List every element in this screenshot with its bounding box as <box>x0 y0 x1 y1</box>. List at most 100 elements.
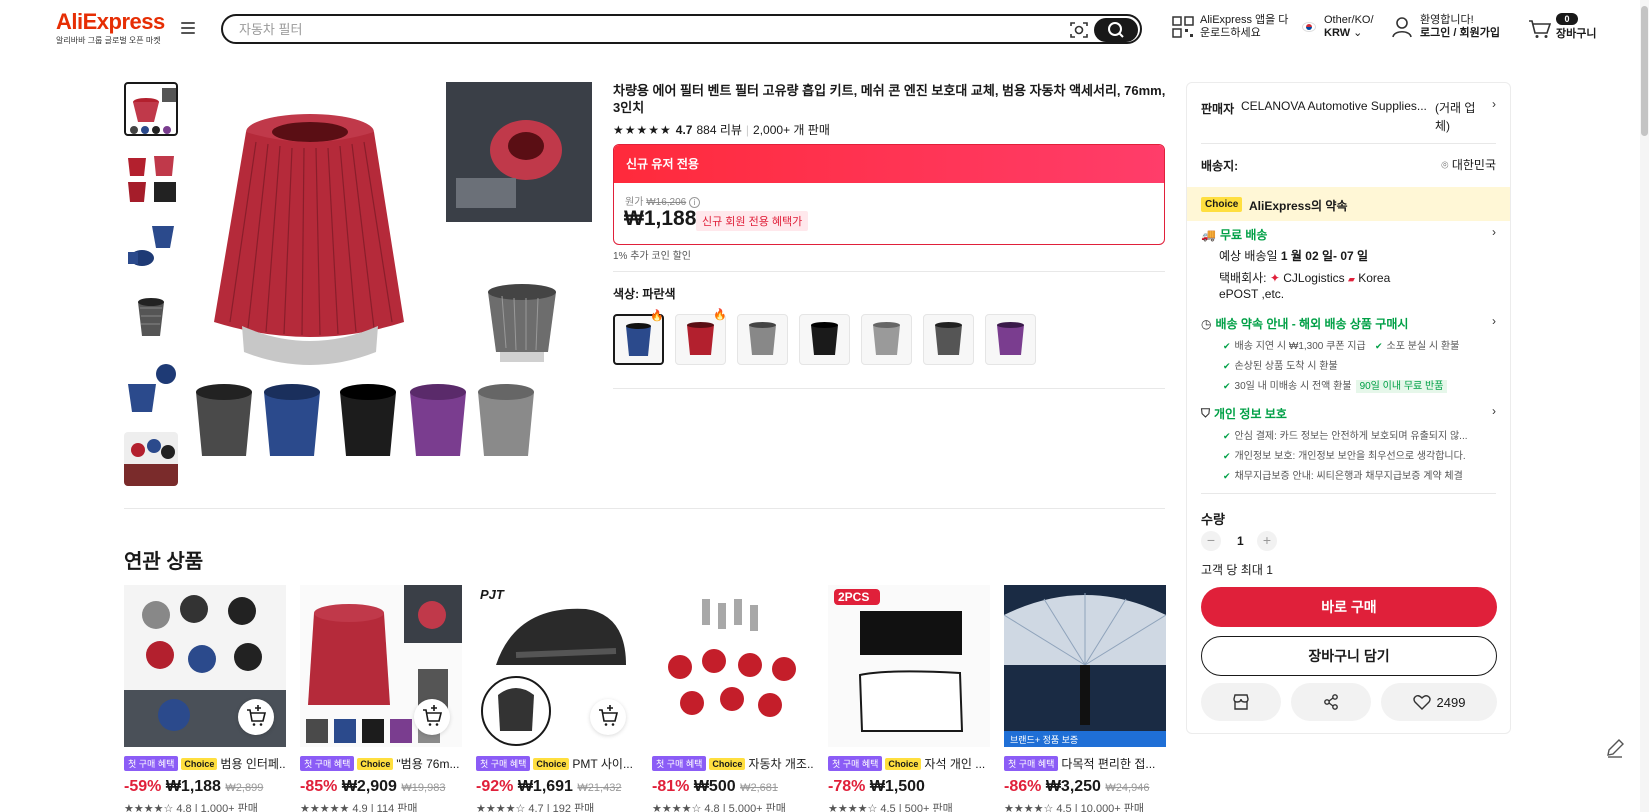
related-products-title: 연관 상품 <box>124 551 204 573</box>
swatch-carbon[interactable] <box>923 314 974 365</box>
free-return-tag: 90일 이내 무료 반품 <box>1355 380 1448 393</box>
scrollbar-thumb[interactable] <box>1641 6 1648 136</box>
cart-plus-icon <box>247 705 267 726</box>
product-image[interactable] <box>300 585 462 747</box>
swatch-red[interactable]: 🔥 <box>675 309 727 365</box>
thumbnail-6[interactable] <box>124 432 178 486</box>
login-signup-link[interactable]: 로그인 / 회원가입 <box>1420 27 1500 39</box>
seller-label: 판매자 <box>1201 102 1235 116</box>
divider <box>1201 493 1496 494</box>
privacy-title[interactable]: ⛉ 개인 정보 보호 <box>1201 405 1287 422</box>
brand-guarantee-tag: 브랜드+ 정품 보증 <box>1010 735 1078 745</box>
quantity-value[interactable]: 1 <box>1237 534 1244 548</box>
logo-tagline: 알리바바 그룹 글로벌 오픈 마켓 <box>56 36 161 45</box>
product-name[interactable]: 첫 구매 혜택 Choice "범용 76m... <box>300 755 462 772</box>
chevron-right-icon[interactable]: › <box>1492 97 1496 111</box>
currency-label: KRW <box>1324 27 1351 39</box>
product-price: -85% ₩2,909 ₩19,983 <box>300 778 446 795</box>
share-icon <box>1324 694 1338 710</box>
product-image[interactable]: 2PCS <box>828 585 990 747</box>
app-download-line2: 운로드하세요 <box>1200 27 1261 39</box>
chevron-right-icon[interactable]: › <box>1492 404 1496 418</box>
quantity-decrease-button[interactable]: − <box>1201 531 1221 551</box>
product-price: -92% ₩1,691 ₩21,432 <box>476 778 622 795</box>
cart-plus-icon <box>599 705 619 726</box>
carrier-info-cont: ePOST ,etc. <box>1219 287 1285 301</box>
product-rating: ★★★★☆ 4.8 | 1,000+ 판매 <box>124 803 258 812</box>
free-shipping-title[interactable]: 🚚 무료 배송 <box>1201 226 1267 243</box>
product-title: 차량용 에어 필터 벤트 필터 고유량 흡입 키트, 메쉬 콘 엔진 보호대 교… <box>613 83 1166 115</box>
add-to-cart-button[interactable] <box>590 699 626 735</box>
chevron-right-icon[interactable]: › <box>1492 225 1496 239</box>
product-card[interactable]: PJT 첫 구매 혜택 Choice PMT 사이... -92% ₩1,691 ₩… <box>476 585 638 812</box>
product-rating: ★★★★☆ 4.7 | 192 판매 <box>476 803 595 812</box>
search-bar <box>221 14 1142 44</box>
region-selector[interactable]: Other/KO/ KRW ⌄ <box>1302 14 1374 40</box>
edit-icon[interactable] <box>1602 735 1628 761</box>
quantity-label: 수량 <box>1201 512 1225 527</box>
thumbnail-3[interactable] <box>124 222 178 276</box>
product-name[interactable]: 첫 구매 혜택 Choice 범용 인터페... <box>124 755 286 772</box>
clock-icon: ◷ <box>1201 316 1212 331</box>
product-rating[interactable]: ★★★★★ 4.7 884 리뷰 | 2,000+ 개 판매 <box>613 121 830 138</box>
product-image[interactable]: PJT <box>476 585 638 747</box>
ship-to-value[interactable]: ⌾ 대한민국 <box>1441 156 1496 173</box>
promo-price-tag: 신규 회원 전용 혜택가 <box>696 211 809 231</box>
product-price: -81% ₩500 ₩2,681 <box>652 778 778 795</box>
swatch-blue[interactable]: 🔥 <box>613 310 664 365</box>
thumbnail-2[interactable] <box>124 152 178 206</box>
product-image[interactable]: 브랜드+ 정품 보증 <box>1004 585 1166 747</box>
product-image[interactable] <box>124 585 286 747</box>
account-menu[interactable]: 환영합니다! 로그인 / 회원가입 <box>1392 14 1500 40</box>
aliexpress-logo[interactable]: AliExpress 알리바바 그룹 글로벌 오픈 마켓 <box>56 10 165 46</box>
cart-icon <box>1529 20 1552 38</box>
image-search-icon[interactable] <box>1068 19 1090 41</box>
product-card[interactable]: 첫 구매 혜택 Choice 범용 인터페... -59% ₩1,188 ₩2,89… <box>124 585 286 812</box>
quantity-increase-button[interactable]: + <box>1257 531 1277 551</box>
swatch-silver[interactable] <box>861 314 912 365</box>
add-to-cart-button[interactable] <box>414 699 450 735</box>
app-download-line1: AliExpress 앱을 다 <box>1200 14 1289 26</box>
cart-label: 장바구니 <box>1556 28 1597 40</box>
main-product-image[interactable] <box>196 82 592 478</box>
swatch-grey-mesh[interactable] <box>737 314 788 365</box>
delivery-estimate: 예상 배송일 1 월 02 일- 07 일 <box>1219 249 1369 263</box>
search-button[interactable] <box>1094 18 1138 42</box>
promo-header: 신규 유저 전용 <box>614 145 1164 183</box>
product-name[interactable]: 첫 구매 혜택 Choice PMT 사이... <box>476 755 638 772</box>
region-line1: Other/KO/ <box>1324 14 1374 26</box>
product-name[interactable]: 첫 구매 혜택 Choice 자석 개인 ... <box>828 755 990 772</box>
product-price: -78% ₩1,500 <box>828 778 925 795</box>
product-image[interactable] <box>652 585 814 747</box>
app-download[interactable]: AliExpress 앱을 다 운로드하세요 <box>1172 14 1288 40</box>
thumbnail-1[interactable] <box>124 82 178 136</box>
buy-now-button[interactable]: 바로 구매 <box>1201 587 1497 627</box>
choice-promise-title: AliExpress의 약속 <box>1249 199 1348 213</box>
product-card[interactable]: 첫 구매 혜택 Choice 자동차 개조... -81% ₩500 ₩2,681 … <box>652 585 814 812</box>
share-button[interactable] <box>1291 683 1371 721</box>
product-card[interactable]: 2PCS 첫 구매 혜택 Choice 자석 개인 ... -78% ₩1,500 … <box>828 585 990 812</box>
product-card[interactable]: 첫 구매 혜택 Choice "범용 76m... -85% ₩2,909 ₩19,… <box>300 585 462 812</box>
search-input[interactable] <box>239 20 1039 38</box>
wishlist-button[interactable]: 2499 <box>1381 683 1497 721</box>
seller-name[interactable]: CELANOVA Automotive Supplies... <box>1241 99 1431 113</box>
chevron-right-icon[interactable]: › <box>1492 314 1496 328</box>
thumbnail-4[interactable] <box>124 292 178 346</box>
menu-icon[interactable] <box>181 22 195 36</box>
add-to-cart-button[interactable] <box>238 699 274 735</box>
product-name[interactable]: 첫 구매 혜택 Choice 자동차 개조... <box>652 755 814 772</box>
truck-icon: 🚚 <box>1201 227 1216 242</box>
welcome-text: 환영합니다! <box>1420 14 1474 26</box>
carrier-info: 택배회사: ✦ CJLogistics ▰ Korea <box>1219 271 1391 285</box>
pjt-logo: PJT <box>480 587 505 602</box>
swatch-purple[interactable] <box>985 314 1036 365</box>
product-name[interactable]: 첫 구매 혜택 다목적 편리한 접... <box>1004 755 1166 772</box>
product-card[interactable]: 브랜드+ 정품 보증 첫 구매 혜택 다목적 편리한 접... -86% ₩3,2… <box>1004 585 1166 812</box>
delivery-guarantee-title[interactable]: ◷ 배송 약속 안내 - 해외 배송 상품 구매시 <box>1201 315 1408 332</box>
store-button[interactable] <box>1201 683 1281 721</box>
add-to-cart-button[interactable]: 장바구니 담기 <box>1201 636 1497 676</box>
user-icon <box>1392 17 1412 38</box>
thumbnail-5[interactable] <box>124 362 178 416</box>
review-count[interactable]: 884 리뷰 <box>696 121 741 138</box>
swatch-black[interactable] <box>799 314 850 365</box>
